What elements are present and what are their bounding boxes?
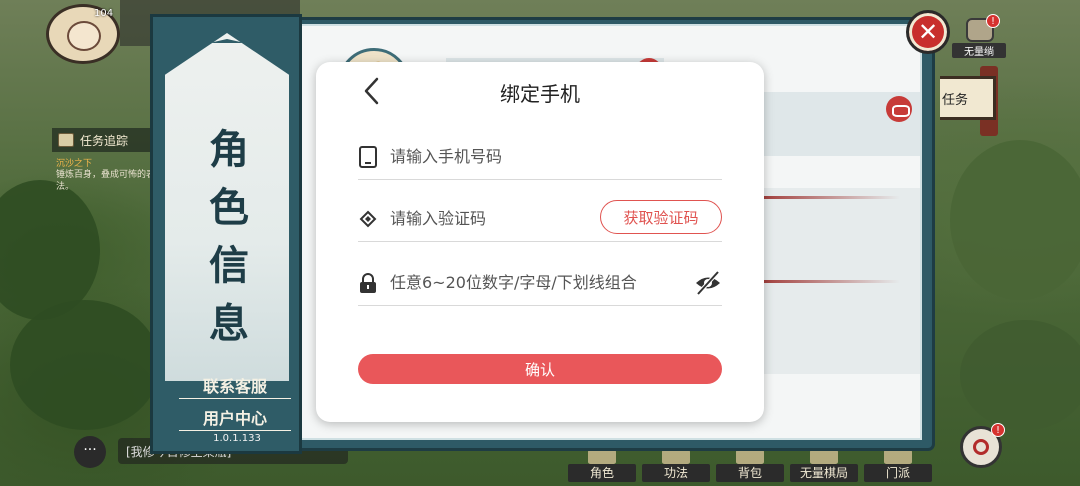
task-tab-label: 任务 xyxy=(942,93,969,108)
character-info-scroll: 角 色 信 息 联系客服 用户中心 1.0.1.133 xyxy=(150,14,302,454)
tree-decoration xyxy=(10,300,160,430)
close-icon: ✕ xyxy=(917,18,939,46)
password-field xyxy=(358,260,722,306)
menu-item-bag[interactable]: 背包 xyxy=(716,444,784,482)
phone-icon xyxy=(359,146,377,168)
scroll-title: 角 色 信 息 xyxy=(201,121,257,353)
menu-item-label: 无量棋局 xyxy=(790,464,858,482)
edit-seal-icon[interactable] xyxy=(886,96,912,122)
no-scratch-label: 无量绱 xyxy=(952,43,1006,58)
chat-bubble-icon[interactable]: ··· xyxy=(74,436,106,468)
user-center-link[interactable]: 用户中心 xyxy=(179,405,291,431)
tree-decoration xyxy=(950,140,1080,300)
dialog-title: 绑定手机 xyxy=(500,82,580,106)
phone-input[interactable] xyxy=(390,142,710,170)
get-code-button[interactable]: 获取验证码 xyxy=(600,200,722,234)
menu-item-label: 功法 xyxy=(642,464,710,482)
quest-name: 沉沙之下 xyxy=(56,159,93,169)
tree-decoration xyxy=(0,180,100,320)
lock-icon xyxy=(360,273,376,293)
close-button[interactable]: ✕ xyxy=(906,10,950,54)
scroll-title-char: 色 xyxy=(209,184,249,231)
tree-decoration xyxy=(960,320,1080,430)
password-input[interactable] xyxy=(390,268,680,296)
scroll-title-char: 信 xyxy=(209,242,249,289)
menu-item-character[interactable]: 角色 xyxy=(568,444,636,482)
code-field: 获取验证码 xyxy=(358,196,722,242)
menu-item-label: 角色 xyxy=(568,464,636,482)
phone-field xyxy=(358,134,722,180)
bottom-menu: 角色 功法 背包 无量棋局 门派 xyxy=(568,444,940,482)
diamond-icon xyxy=(359,210,377,228)
swirl-menu-button[interactable]: ! xyxy=(960,423,1005,468)
verification-code-input[interactable] xyxy=(390,204,590,232)
menu-item-chess[interactable]: 无量棋局 xyxy=(790,444,858,482)
menu-item-label: 背包 xyxy=(716,464,784,482)
menu-item-sect[interactable]: 门派 xyxy=(864,444,932,482)
scroll-title-char: 角 xyxy=(209,126,249,173)
bind-phone-dialog: 绑定手机 获取验证码 确认 xyxy=(316,62,764,422)
scroll-title-char: 息 xyxy=(209,300,249,347)
notification-badge: ! xyxy=(991,423,1005,437)
quest-tracker-header: 任务追踪 xyxy=(52,128,162,152)
version-label: 1.0.1.133 xyxy=(213,433,261,444)
menu-item-label: 门派 xyxy=(864,464,932,482)
customer-service-link[interactable]: 联系客服 xyxy=(179,373,291,399)
no-scratch-button[interactable]: 无量绱 ! xyxy=(952,14,1006,58)
quest-tracker-title: 任务追踪 xyxy=(80,133,129,148)
avatar-face xyxy=(67,21,101,51)
notification-badge: ! xyxy=(986,14,1000,28)
task-tab[interactable]: 任务 xyxy=(940,76,996,120)
eye-off-icon[interactable] xyxy=(694,270,722,296)
player-level: 104 xyxy=(94,8,114,19)
book-icon xyxy=(58,133,74,147)
quest-description: 锤炼百身，叠成可怖的表法。 xyxy=(56,170,156,192)
menu-item-skills[interactable]: 功法 xyxy=(642,444,710,482)
swirl-icon xyxy=(973,439,989,455)
quest-tracker[interactable]: 任务追踪 沉沙之下 锤炼百身，叠成可怖的表法。 xyxy=(52,128,162,200)
brush-divider xyxy=(750,280,900,283)
confirm-button[interactable]: 确认 xyxy=(358,354,722,384)
brush-divider xyxy=(750,196,900,199)
